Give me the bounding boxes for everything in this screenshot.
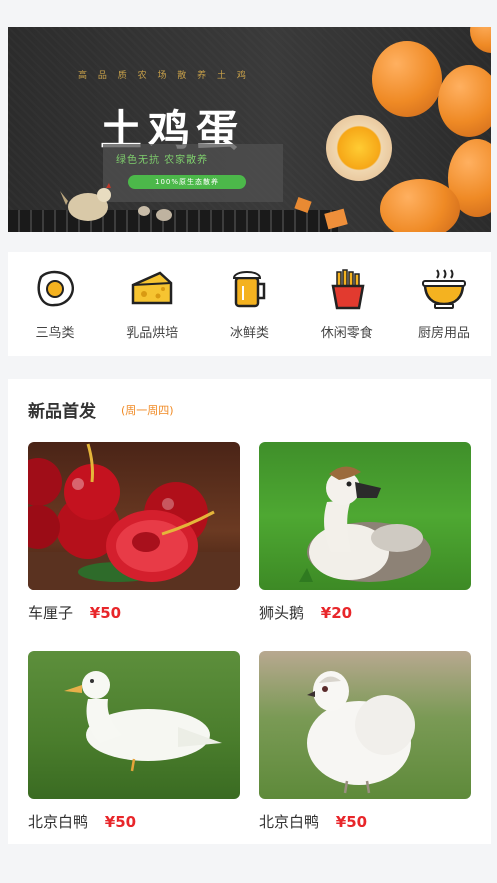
silkie-chicken-icon xyxy=(307,671,415,794)
category-label: 乳品烘培 xyxy=(126,326,179,341)
category-item[interactable]: 厨房用品 xyxy=(403,252,485,356)
product-name: 车厘子 xyxy=(28,604,74,622)
category-item[interactable]: 冰鲜类 xyxy=(209,252,291,356)
section-title: 新品首发 xyxy=(28,402,96,422)
product-card[interactable]: 北京白鸭 ¥50 xyxy=(28,651,240,832)
section-subtitle: (周一周四) xyxy=(121,404,174,417)
product-image xyxy=(28,442,240,590)
product-name: 狮头鹅 xyxy=(259,604,305,622)
fries-icon xyxy=(324,266,370,312)
product-price: ¥50 xyxy=(89,604,122,622)
product-card[interactable]: 北京白鸭 ¥50 xyxy=(259,651,471,832)
hens-illustration-icon xyxy=(60,183,172,221)
product-price: ¥50 xyxy=(104,813,137,831)
page: 高 品 质 农 场 散 养 土 鸡 土鸡蛋 绿色无抗 农家散养 100%原生态散… xyxy=(0,0,497,883)
egg-icon xyxy=(372,41,442,117)
promo-banner[interactable]: 高 品 质 农 场 散 养 土 鸡 土鸡蛋 绿色无抗 农家散养 100%原生态散… xyxy=(8,27,491,232)
egg-icon xyxy=(438,65,491,137)
product-card[interactable]: 车厘子 ¥50 xyxy=(28,442,240,623)
new-products-section: 新品首发 (周一周四) 车厘子 ¥50 狮头鹅 ¥20 北京白鸭 ¥50 北京白… xyxy=(8,379,491,844)
cheese-icon xyxy=(129,266,175,312)
banner-tagline: 高 品 质 农 场 散 养 土 鸡 xyxy=(78,71,250,81)
beer-icon xyxy=(227,266,273,312)
product-card[interactable]: 狮头鹅 ¥20 xyxy=(259,442,471,623)
category-label: 休闲零食 xyxy=(320,326,373,341)
product-name: 北京白鸭 xyxy=(259,813,320,831)
product-image xyxy=(259,442,471,590)
duck-icon xyxy=(64,671,222,772)
category-label: 厨房用品 xyxy=(417,326,470,341)
cracked-egg-icon xyxy=(326,115,392,181)
product-price: ¥20 xyxy=(320,604,353,622)
product-image xyxy=(259,651,471,799)
category-label: 冰鲜类 xyxy=(229,326,269,341)
fried-egg-icon xyxy=(32,266,78,312)
category-bar: 三鸟类 乳品烘培 冰鲜类 休闲零食 厨房用品 xyxy=(8,252,491,356)
category-item[interactable]: 休闲零食 xyxy=(306,252,388,356)
category-item[interactable]: 乳品烘培 xyxy=(111,252,193,356)
goose-icon xyxy=(299,466,431,582)
egg-icon xyxy=(380,179,460,232)
bowl-icon xyxy=(421,266,467,312)
product-image xyxy=(28,651,240,799)
cherries-icon xyxy=(28,443,240,590)
category-item[interactable]: 三鸟类 xyxy=(14,252,96,356)
product-price: ¥50 xyxy=(335,813,368,831)
product-name: 北京白鸭 xyxy=(28,813,89,831)
banner-subtitle: 绿色无抗 农家散养 xyxy=(116,155,209,166)
category-label: 三鸟类 xyxy=(35,326,75,341)
